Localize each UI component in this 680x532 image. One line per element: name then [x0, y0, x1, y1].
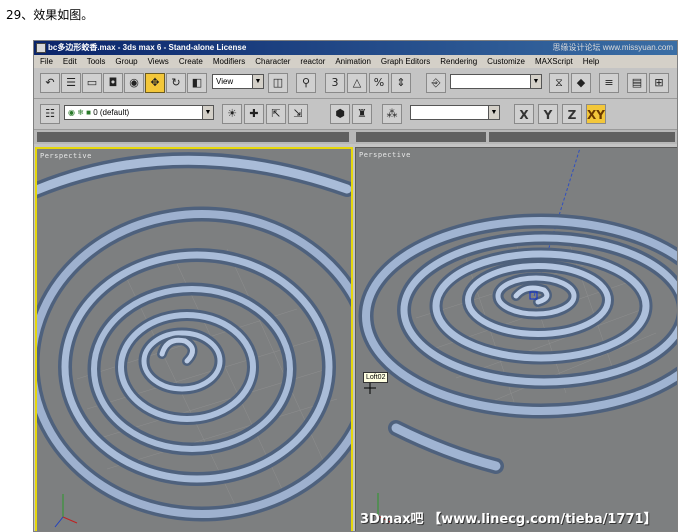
set-current-layer-icon[interactable]: ⇲ [288, 104, 308, 124]
chevron-down-icon: ▼ [488, 106, 499, 119]
named-selection-dropdown[interactable]: ▼ [450, 74, 542, 89]
render-type-dropdown[interactable]: ▼ [410, 105, 500, 120]
named-selection-icon[interactable]: ⎆ [426, 73, 446, 93]
angle-snap-icon[interactable]: △ [347, 73, 367, 93]
menu-item-tools[interactable]: Tools [87, 55, 106, 68]
select-layer-icon[interactable]: ⇱ [266, 104, 286, 124]
axis-tripod-icon [54, 494, 78, 528]
schematic-view-icon[interactable]: ⊞ [649, 73, 669, 93]
move-icon[interactable]: ✥ [145, 73, 165, 93]
title-bar: bc多边形蛟香.max - 3ds max 6 - Stand-alone Li… [34, 41, 677, 55]
menu-item-views[interactable]: Views [148, 55, 169, 68]
left-viewport-label[interactable]: Perspective [40, 152, 92, 160]
select-by-name-icon[interactable]: ☰ [61, 73, 81, 93]
page-caption: 29、效果如图。 [6, 8, 94, 22]
select-link-icon[interactable]: ⚲ [296, 73, 316, 93]
left-perspective-viewport[interactable]: Perspective [35, 147, 353, 531]
reference-coordinate-dropdown[interactable]: View ▼ [212, 74, 264, 89]
percent-snap-icon[interactable]: % [369, 73, 389, 93]
render-scene-icon[interactable]: ♜ [352, 104, 372, 124]
menu-item-help[interactable]: Help [583, 55, 599, 68]
axis-xy-button[interactable]: XY [586, 104, 606, 124]
move-cursor-icon [364, 382, 376, 394]
right-perspective-viewport[interactable]: Perspective Loft02 3Dmax吧 【www.linecg.co… [355, 147, 677, 531]
menu-item-graph-editors[interactable]: Graph Editors [381, 55, 430, 68]
menu-bar: File Edit Tools Group Views Create Modifiers Ch… [34, 55, 677, 68]
application-window: bc多边形蛟香.max - 3ds max 6 - Stand-alone Li… [33, 40, 678, 532]
snap-3d-icon[interactable]: 3 [325, 73, 345, 93]
menu-item-edit[interactable]: Edit [63, 55, 77, 68]
right-viewport-label[interactable]: Perspective [359, 151, 411, 159]
add-to-layer-icon[interactable]: ✚ [244, 104, 264, 124]
spiral-object [37, 152, 351, 522]
menu-item-modifiers[interactable]: Modifiers [213, 55, 245, 68]
visibility-icon: ◉ ❄ ■ [68, 108, 94, 117]
menu-item-customize[interactable]: Customize [487, 55, 525, 68]
select-object-icon[interactable]: ◉ [124, 73, 144, 93]
quick-render-icon[interactable]: ⁂ [382, 104, 402, 124]
menu-item-rendering[interactable]: Rendering [440, 55, 477, 68]
layers-icon[interactable]: ☷ [40, 104, 60, 124]
left-viewport-scene [37, 152, 351, 528]
window-title: bc多边形蛟香.max - 3ds max 6 - Stand-alone Li… [48, 43, 247, 52]
status-segment-mid [356, 132, 486, 142]
material-editor-icon[interactable]: ⬢ [330, 104, 350, 124]
app-icon [36, 43, 46, 53]
axis-x-button[interactable]: X [514, 104, 534, 124]
window-crossing-icon[interactable]: ◘ [103, 73, 123, 93]
axis-z-button[interactable]: Z [562, 104, 582, 124]
spinner-snap-icon[interactable]: ⇕ [391, 73, 411, 93]
main-toolbar: ↶ ☰ ▭ ◘ ◉ ✥ ↻ ◧ View ▼ ◫ ⚲ 3 △ % ⇕ ⎆ ▼ ⧖… [34, 68, 677, 99]
status-segment-right [489, 132, 675, 142]
menu-item-animation[interactable]: Animation [335, 55, 371, 68]
align-icon[interactable]: ◆ [571, 73, 591, 93]
menu-item-character[interactable]: Character [255, 55, 290, 68]
menu-item-maxscript[interactable]: MAXScript [535, 55, 573, 68]
menu-item-reactor[interactable]: reactor [300, 55, 325, 68]
reference-coordinate-value: View [216, 77, 234, 86]
right-viewport-scene [358, 148, 677, 523]
pivot-icon[interactable]: ◫ [268, 73, 288, 93]
axis-y-button[interactable]: Y [538, 104, 558, 124]
create-layer-icon[interactable]: ☀ [222, 104, 242, 124]
layer-dropdown-value: 0 (default) [93, 108, 130, 117]
mirror-icon[interactable]: ⧖ [549, 73, 569, 93]
region-select-icon[interactable]: ▭ [82, 73, 102, 93]
viewport-status-row [34, 130, 677, 144]
menu-item-create[interactable]: Create [179, 55, 203, 68]
scale-icon[interactable]: ◧ [187, 73, 207, 93]
chevron-down-icon: ▼ [252, 75, 263, 88]
rotate-icon[interactable]: ↻ [166, 73, 186, 93]
curve-editor-icon[interactable]: ▤ [627, 73, 647, 93]
undo-icon[interactable]: ↶ [40, 73, 60, 93]
bottom-watermark: 3Dmax吧 【www.linecg.com/tieba/1771】 [360, 512, 657, 527]
chevron-down-icon: ▼ [202, 106, 213, 119]
chevron-down-icon: ▼ [530, 75, 541, 88]
menu-item-file[interactable]: File [40, 55, 53, 68]
menu-item-group[interactable]: Group [115, 55, 137, 68]
object-name-tooltip: Loft02 [363, 372, 389, 383]
status-segment-left [37, 132, 349, 142]
layer-manager-icon[interactable]: ≡ [599, 73, 619, 93]
layer-toolbar: ☷ ◉ ❄ ■ 0 (default) ▼ ☀ ✚ ⇱ ⇲ ⬢ ♜ ⁂ ▼ X … [34, 99, 677, 130]
top-watermark: 思缘设计论坛 www.missyuan.com [552, 43, 673, 52]
layer-dropdown[interactable]: ◉ ❄ ■ 0 (default) ▼ [64, 105, 214, 120]
